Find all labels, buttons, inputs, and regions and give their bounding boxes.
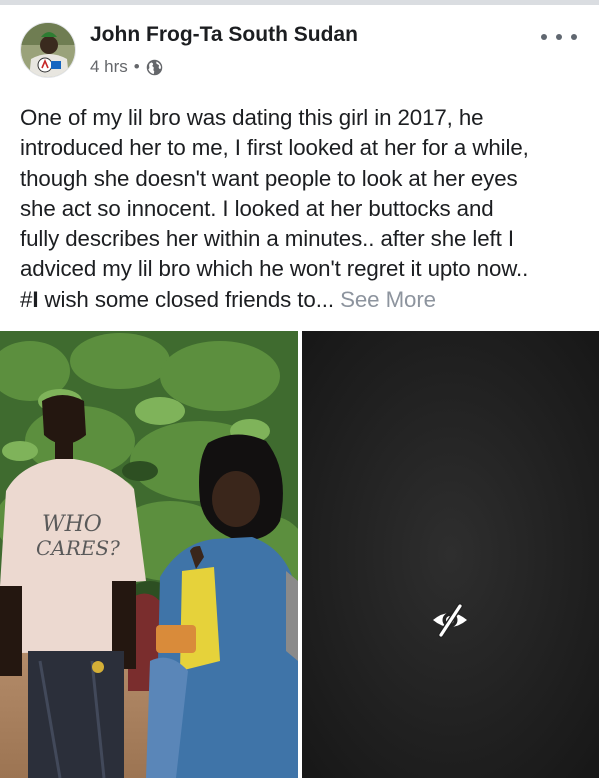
couple-photo: WHO CARES?: [0, 331, 298, 778]
photo-grid: WHO CARES?: [0, 331, 599, 778]
post-meta: 4 hrs •: [90, 57, 163, 77]
post-text-line: introduced her to me, I first looked at …: [20, 135, 529, 161]
text-ellipsis: ...: [315, 286, 334, 312]
post-text-line: adviced my lil bro which he won't regret…: [20, 256, 529, 282]
photo-left[interactable]: WHO CARES?: [0, 331, 298, 778]
shirt-text-who: WHO: [42, 512, 102, 537]
post-time[interactable]: 4 hrs: [90, 57, 128, 77]
photo-right-hidden[interactable]: [302, 331, 599, 778]
post-text: One of my lil bro was dating this girl i…: [20, 103, 586, 315]
meta-separator: •: [133, 57, 140, 76]
author-avatar[interactable]: [20, 22, 76, 78]
post-text-line: she act so innocent. I looked at her but…: [20, 195, 494, 221]
post-text-line: One of my lil bro was dating this girl i…: [20, 105, 484, 130]
post-text-rest: wish some closed friends to: [38, 286, 316, 312]
shirt-text-cares: CARES?: [36, 536, 120, 560]
avatar-image: [21, 23, 75, 77]
post-text-line: fully describes her within a minutes.. a…: [20, 226, 514, 252]
post-text-last-line: #I wish some closed friends to... See Mo…: [20, 285, 586, 315]
more-options-icon[interactable]: [541, 27, 577, 47]
hashtag-symbol: #: [20, 286, 33, 312]
globe-icon: [146, 59, 163, 76]
author-name[interactable]: John Frog-Ta South Sudan: [90, 23, 358, 47]
post-text-line: though she doesn't want people to look a…: [20, 165, 518, 191]
hidden-eye-icon[interactable]: [430, 600, 470, 640]
see-more-link[interactable]: See More: [340, 287, 436, 312]
post-header: John Frog-Ta South Sudan 4 hrs •: [0, 5, 599, 93]
